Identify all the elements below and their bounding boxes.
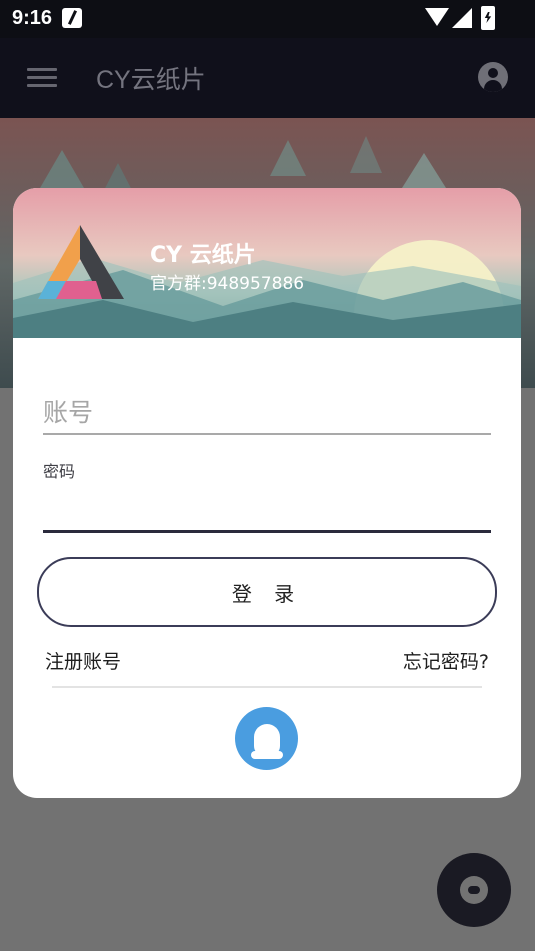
cloud-fab-button[interactable] [437, 853, 511, 927]
status-time: 9:16 [12, 7, 53, 29]
status-bar: 9:16 [0, 0, 535, 38]
brand-name: CY 云纸片 [150, 243, 256, 268]
password-field[interactable] [43, 488, 491, 533]
forgot-password-link[interactable]: 忘记密码? [403, 647, 489, 674]
account-placeholder: 账号 [43, 398, 94, 427]
cell-signal-icon [452, 8, 472, 28]
notification-icon [62, 8, 82, 28]
app-bar: CY云纸片 [0, 38, 535, 118]
register-account-link[interactable]: 注册账号 [45, 647, 121, 674]
app-logo [38, 225, 124, 299]
wifi-icon [425, 8, 449, 26]
password-label: 密码 [43, 462, 76, 481]
app-title: CY云纸片 [96, 66, 206, 94]
qq-login-button[interactable] [235, 707, 298, 770]
cloud-icon [460, 876, 488, 904]
menu-icon[interactable] [27, 68, 57, 88]
account-field[interactable]: 账号 [43, 393, 491, 435]
login-dialog: CY 云纸片 官方群:948957886 账号 密码 登 录 注册账号 忘记密码… [13, 188, 521, 798]
battery-charging-icon [481, 6, 495, 30]
official-group-number: 官方群:948957886 [150, 274, 305, 294]
login-button[interactable]: 登 录 [37, 557, 497, 627]
account-circle-icon[interactable] [478, 62, 508, 92]
divider [52, 686, 482, 688]
dialog-banner: CY 云纸片 官方群:948957886 [13, 188, 521, 338]
